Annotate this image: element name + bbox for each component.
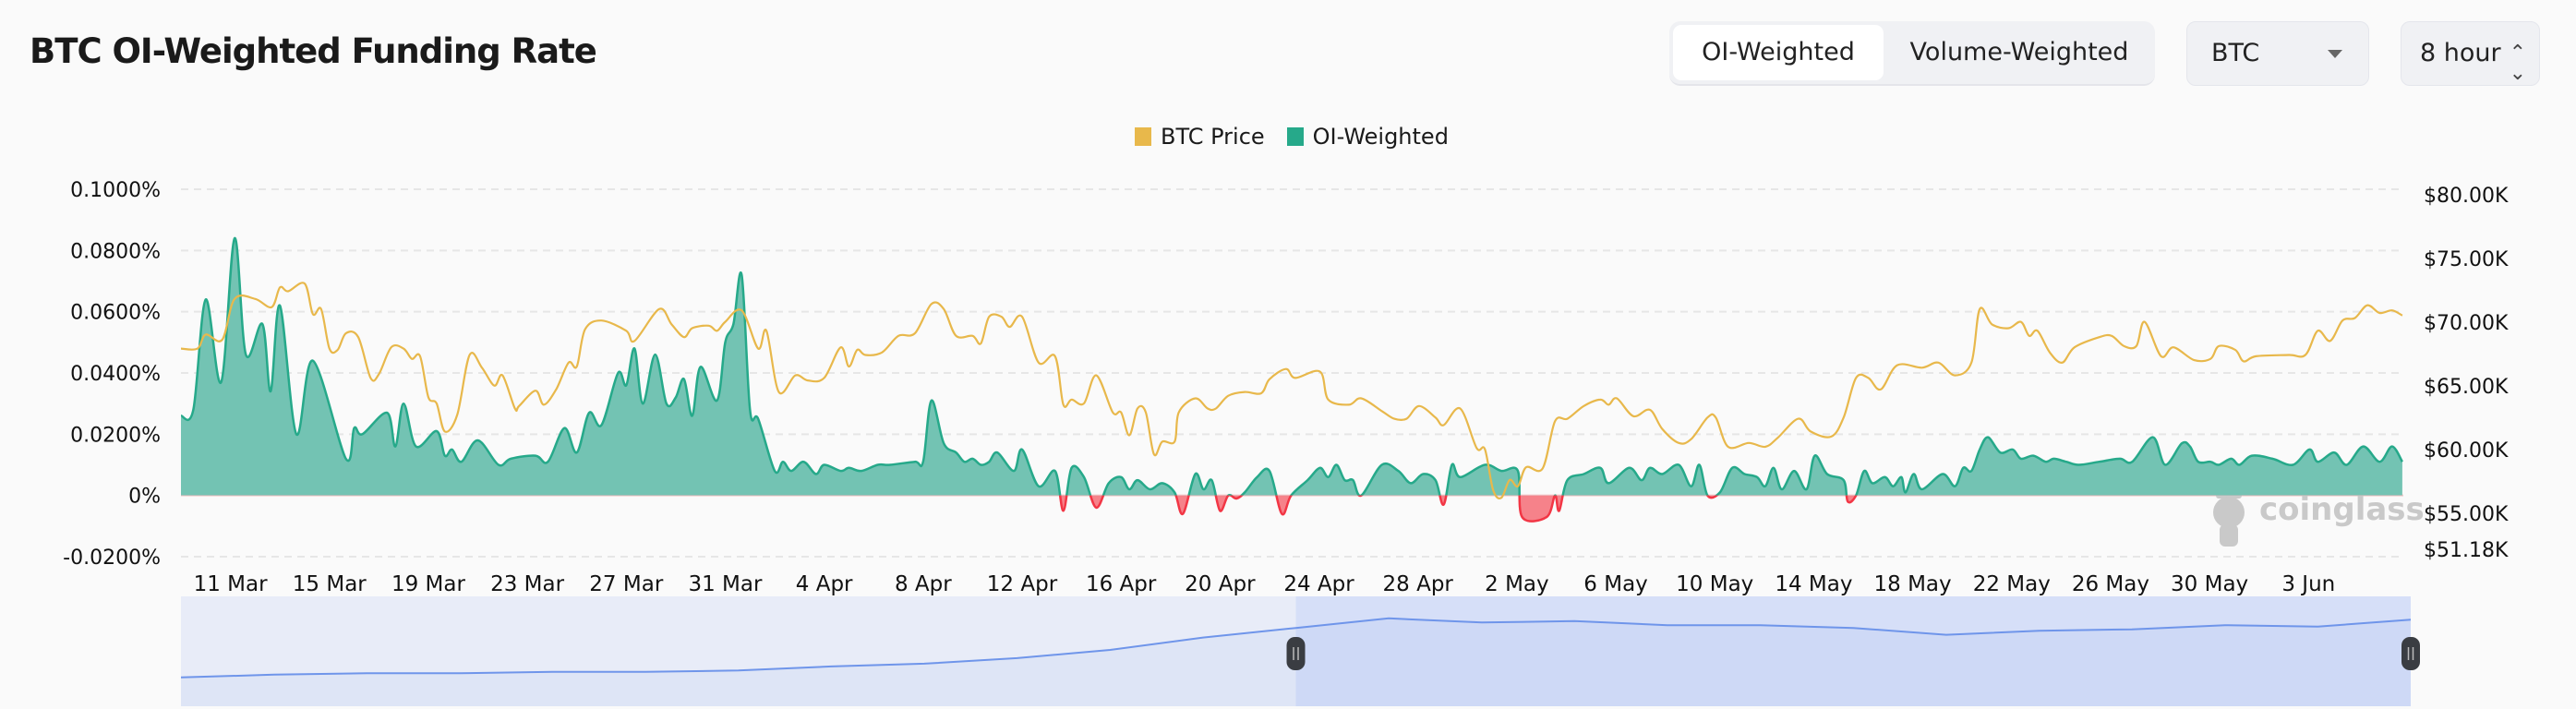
y-right-tick-label: $65.00K [2424, 376, 2509, 399]
x-tick-label: 12 Apr [987, 572, 1058, 596]
x-tick-label: 6 May [1583, 572, 1648, 596]
y-left-tick-label: 0.1000% [70, 179, 161, 202]
funding-area-fill [181, 238, 2402, 496]
x-tick-label: 3 Jun [2281, 572, 2335, 596]
navigator-left-handle[interactable] [1286, 637, 1306, 670]
x-tick-label: 18 May [1874, 572, 1952, 596]
y-right-tick-label: $51.18K [2424, 539, 2509, 562]
watermark-text: coinglass [2259, 491, 2425, 528]
coinglass-logo-icon [2213, 489, 2245, 547]
navigator-right-handle[interactable] [2401, 637, 2420, 670]
y-left-tick-label: 0% [128, 486, 161, 509]
drag-handle-icon[interactable] [1286, 637, 1306, 670]
funding-positive-area [181, 236, 2403, 496]
x-tick-label: 28 Apr [1383, 572, 1454, 596]
x-tick-label: 2 May [1485, 572, 1549, 596]
y-right-tick-label: $75.00K [2424, 248, 2509, 271]
y-left-tick-label: 0.0600% [70, 302, 161, 325]
x-tick-label: 23 Mar [490, 572, 565, 596]
x-tick-label: 10 May [1676, 572, 1753, 596]
x-tick-label: 14 May [1775, 572, 1852, 596]
x-tick-label: 15 Mar [293, 572, 367, 596]
y-left-tick-label: 0.0200% [70, 424, 161, 447]
x-tick-label: 22 May [1973, 572, 2051, 596]
x-tick-label: 19 Mar [391, 572, 466, 596]
y-left-tick-label: 0.0400% [70, 363, 161, 386]
x-tick-label: 27 Mar [589, 572, 664, 596]
x-tick-label: 4 Apr [796, 572, 853, 596]
x-tick-label: 20 Apr [1185, 572, 1256, 596]
coinglass-watermark: coinglass [2213, 489, 2425, 547]
drag-handle-icon[interactable] [2401, 637, 2420, 670]
x-tick-label: 16 Apr [1086, 572, 1157, 596]
x-tick-label: 8 Apr [895, 572, 952, 596]
x-tick-label: 31 Mar [688, 572, 763, 596]
y-left-tick-label: -0.0200% [63, 547, 161, 570]
funding-chart[interactable]: 0.1000% 0.0800% 0.0600% 0.0400% 0.0200% 0% -0.… [0, 0, 2576, 709]
x-tick-label: 24 Apr [1283, 572, 1354, 596]
y-right-tick-label: $60.00K [2424, 439, 2509, 463]
y-right-tick-label: $70.00K [2424, 312, 2509, 335]
x-tick-label: 30 May [2171, 572, 2248, 596]
x-tick-label: 26 May [2072, 572, 2149, 596]
x-tick-label: 11 Mar [194, 572, 269, 596]
y-right-tick-label: $80.00K [2424, 185, 2509, 208]
y-left-tick-label: 0.0800% [70, 240, 161, 263]
y-right-tick-label: $55.00K [2424, 503, 2509, 526]
